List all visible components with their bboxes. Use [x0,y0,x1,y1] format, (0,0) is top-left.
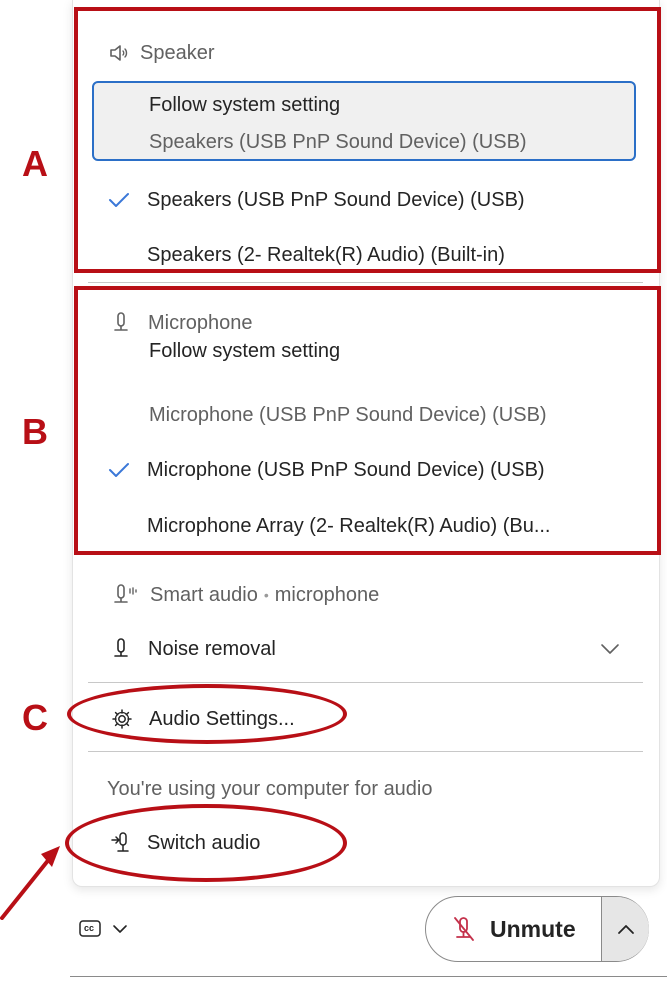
audio-options-toggle[interactable] [602,897,649,961]
chevron-down-icon [112,924,128,934]
muted-microphone-icon [452,915,476,943]
annotation-label-c: C [22,697,48,738]
unmute-button[interactable]: Unmute [425,896,649,962]
noise-removal-label: Noise removal [148,637,276,660]
chevron-up-icon [617,923,635,935]
divider [88,751,643,752]
smart-audio-label: Smart audio [150,583,258,606]
closed-captions-icon: cc [78,918,104,940]
unmute-label: Unmute [490,915,576,942]
smart-audio-header: Smart audio • microphone [112,580,379,610]
annotation-box-b [74,286,661,555]
annotation-label-a: A [22,143,48,184]
microphone-icon [112,637,130,661]
captions-icon-text: cc [84,923,95,933]
annotation-box-a [74,7,661,273]
annotation-oval-c [67,684,347,744]
annotation-arrow-icon [0,846,60,920]
noise-removal-dropdown[interactable]: Noise removal [112,634,276,664]
audio-status-text: You're using your computer for audio [107,777,433,800]
chevron-down-icon[interactable] [600,638,620,660]
annotation-oval-switch [65,804,347,882]
divider [88,282,643,283]
smart-audio-value: microphone [274,583,380,606]
smart-microphone-icon [112,583,138,607]
captions-button[interactable]: cc [78,916,128,942]
divider [88,682,643,683]
smart-audio-separator: • [263,587,269,603]
annotation-label-b: B [22,411,48,452]
divider [70,976,667,977]
